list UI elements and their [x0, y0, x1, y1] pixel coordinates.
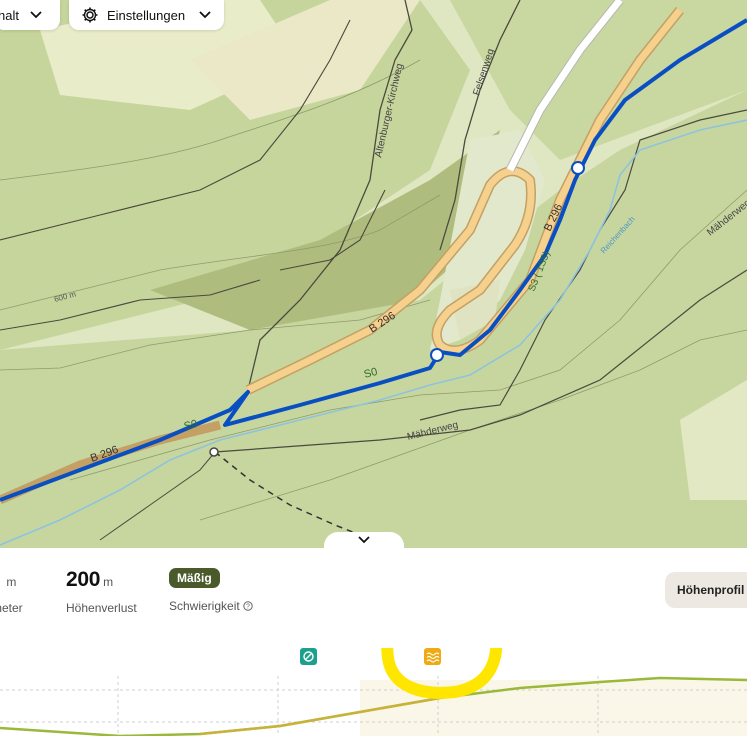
stat-descent: 200 m Höhenverlust [66, 568, 137, 615]
tour-stats-panel: 0m meter 200m Höhenverlust Mäßig Schwier… [0, 548, 747, 736]
settings-dropdown[interactable]: Einstellungen [69, 0, 224, 30]
chevron-down-icon [358, 536, 370, 544]
difficulty-label: Schwierigkeit [169, 599, 240, 613]
chevron-down-icon [199, 11, 211, 19]
map-view[interactable]: B 296 B 296 B 296 S0 S0 S3 ( 1S5) Altenb… [0, 0, 747, 548]
descent-label: Höhenverlust [66, 601, 137, 615]
content-dropdown-label: halt [0, 7, 19, 23]
descent-value: 200 [66, 568, 101, 591]
settings-label: Einstellungen [107, 7, 186, 23]
chevron-down-icon [30, 11, 42, 19]
route-waypoint-marker[interactable] [430, 348, 444, 362]
stat-partial: 0m meter [0, 568, 23, 615]
stat-partial-unit: m [6, 575, 17, 589]
stat-partial-label: meter [0, 601, 23, 615]
svg-text:?: ? [246, 604, 250, 611]
gear-icon [82, 7, 98, 23]
trail-junction-marker [209, 447, 219, 457]
content-dropdown[interactable]: halt [0, 0, 60, 30]
descent-unit: m [103, 575, 114, 589]
info-icon[interactable]: ? [243, 601, 253, 611]
stat-difficulty: Mäßig Schwierigkeit ? [169, 568, 253, 613]
elevation-profile-chart [0, 648, 747, 736]
elevation-profile-button[interactable]: Höhenprofil [665, 572, 747, 608]
route-waypoint-marker[interactable] [571, 161, 585, 175]
difficulty-badge: Mäßig [169, 568, 220, 588]
